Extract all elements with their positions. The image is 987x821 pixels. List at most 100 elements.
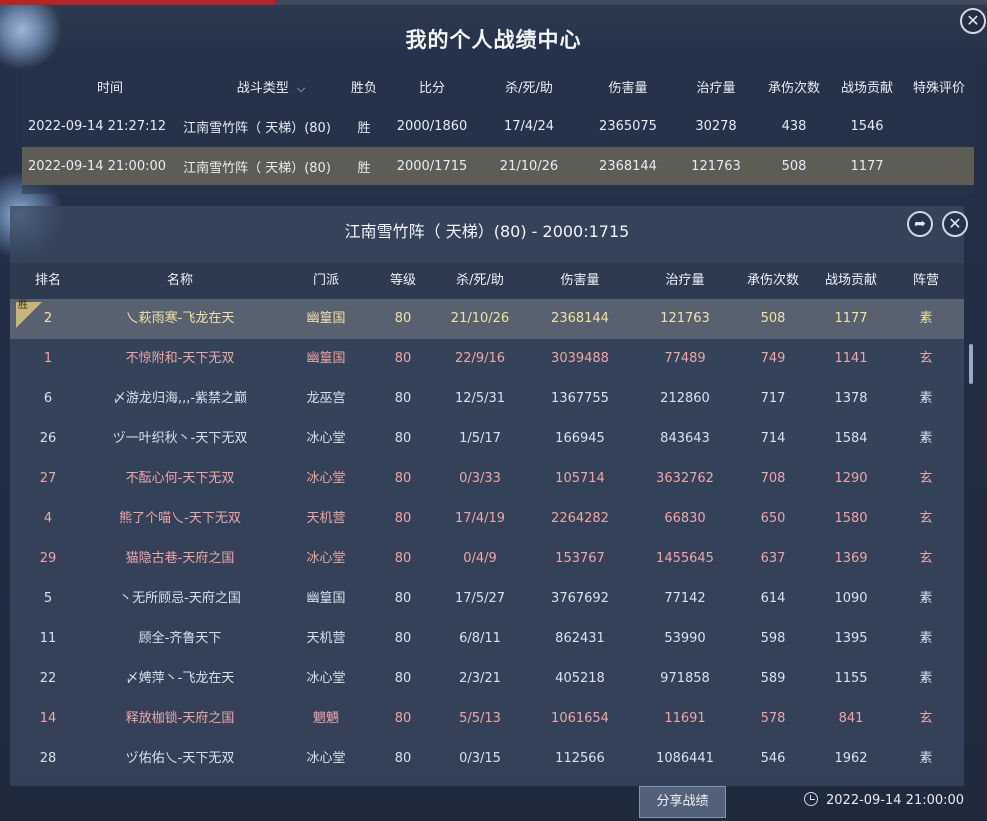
share-button[interactable]: ➦: [907, 211, 933, 237]
player-cell-taken: 637: [760, 551, 786, 566]
history-row-selected[interactable]: 2022-09-14 21:00:00 江南雪竹阵（ 天梯）(80) 胜 200…: [22, 147, 974, 185]
player-cell-school: 冰心堂: [306, 671, 346, 686]
player-cell-camp: 素: [919, 431, 933, 446]
player-cell-camp: 玄: [919, 511, 933, 526]
detail-scrollbar[interactable]: [969, 344, 973, 384]
player-cell-heal: 77142: [664, 591, 706, 606]
chevron-down-icon[interactable]: ⌵: [297, 82, 305, 95]
history-cell-result: 胜: [357, 160, 371, 176]
player-row[interactable]: 27 不酝心何-天下无双 冰心堂 80 0/3/33 105714 3632762 708 12…: [10, 459, 964, 499]
player-cell-kda: 21/10/26: [450, 311, 510, 326]
player-cell-name: 释放枷锁-天府之国: [125, 711, 235, 726]
history-cell-kda: 21/10/26: [499, 158, 559, 174]
history-cell-result: 胜: [357, 120, 371, 136]
history-row[interactable]: 2022-09-14 21:27:12 江南雪竹阵（ 天梯）(80) 胜 200…: [22, 107, 974, 145]
close-icon: ✕: [966, 11, 980, 30]
player-cell-kda: 17/4/19: [454, 511, 506, 526]
player-cell-damage: 112566: [555, 751, 605, 766]
player-row[interactable]: 5 丶无所顾忌-天府之国 幽篁国 80 17/5/27 3767692 77142 614 10…: [10, 579, 964, 619]
share-icon: ➦: [914, 216, 926, 232]
footer-time: 2022-09-14 21:00:00: [826, 793, 965, 808]
history-col-special: 特殊评价: [912, 80, 965, 96]
history-col-type[interactable]: 战斗类型 ⌵: [226, 77, 316, 96]
share-record-button[interactable]: 分享战绩: [639, 786, 726, 818]
player-cell-heal: 77489: [664, 351, 706, 366]
match-detail-title: 江南雪竹阵（ 天梯）(80) - 2000:1715: [344, 222, 630, 241]
player-cell-school: 魍魉: [312, 711, 339, 726]
player-cell-taken: 589: [760, 671, 786, 686]
window-close-button[interactable]: ✕: [960, 8, 986, 34]
player-cell-rank: 28: [39, 751, 57, 766]
player-cell-name: 不酝心何-天下无双: [125, 471, 235, 486]
player-cell-taken: 546: [760, 751, 786, 766]
player-cell-level: 80: [394, 711, 412, 726]
detail-col-heal: 治疗量: [665, 273, 705, 288]
player-cell-contrib: 1378: [834, 391, 868, 406]
player-row[interactable]: 4 熊了个喵乀-天下无双 天机营 80 17/4/19 2264282 66830 650 15…: [10, 499, 964, 539]
player-cell-rank: 2: [43, 311, 53, 326]
player-row[interactable]: 14 释放枷锁-天府之国 魍魉 80 5/5/13 1061654 11691 578 841 玄: [10, 699, 964, 739]
player-cell-name: 〆游龙归海,,,-紫禁之巅: [112, 391, 248, 406]
player-cell-contrib: 1155: [834, 671, 868, 686]
detail-col-kda: 杀/死/助: [456, 273, 504, 288]
player-cell-contrib: 1369: [834, 551, 868, 566]
clock-icon: [804, 792, 818, 806]
player-cell-damage: 405218: [555, 671, 605, 686]
player-row[interactable]: 1 不惊附和-天下无双 幽篁国 80 22/9/16 3039488 77489 749 114…: [10, 339, 964, 379]
player-cell-level: 80: [394, 391, 412, 406]
player-cell-school: 幽篁国: [306, 591, 346, 606]
history-header-row: 时间 战斗类型 ⌵ 胜负 比分 杀/死/助 伤害量 治疗量 承伤次数 战场贡献 …: [22, 68, 974, 104]
history-cell-time: 2022-09-14 21:00:00: [27, 158, 167, 174]
match-detail-panel: 江南雪竹阵（ 天梯）(80) - 2000:1715 ➦ ✕ 排名 名称 门派 …: [10, 206, 968, 786]
detail-close-button[interactable]: ✕: [942, 211, 968, 237]
player-cell-name: 不惊附和-天下无双: [125, 351, 235, 366]
player-cell-damage: 2368144: [551, 311, 609, 326]
player-cell-camp: 玄: [919, 351, 933, 366]
player-cell-rank: 5: [43, 591, 53, 606]
player-cell-rank: 26: [39, 431, 57, 446]
history-cell-kda: 17/4/24: [503, 118, 555, 134]
player-cell-rank: 1: [43, 351, 53, 366]
history-cell-damage: 2368144: [599, 158, 657, 174]
history-cell-type: 江南雪竹阵（ 天梯）(80): [183, 120, 331, 136]
player-cell-kda: 0/4/9: [463, 551, 497, 566]
detail-col-damage: 伤害量: [560, 273, 600, 288]
player-cell-contrib: 1584: [834, 431, 868, 446]
top-strip: [0, 0, 987, 5]
player-cell-heal: 66830: [664, 511, 706, 526]
player-cell-school: 冰心堂: [306, 751, 346, 766]
player-cell-school: 天机营: [306, 631, 346, 646]
player-cell-level: 80: [394, 551, 412, 566]
history-col-score: 比分: [418, 80, 445, 96]
player-cell-rank: 6: [43, 391, 53, 406]
history-col-taken: 承伤次数: [767, 80, 820, 96]
player-row[interactable]: 28 ヅ佑佑乀-天下无双 冰心堂 80 0/3/15 112566 1086441 546 19…: [10, 739, 964, 779]
player-cell-name: 乀萩雨寒-飞龙在天: [125, 311, 235, 326]
player-cell-taken: 614: [760, 591, 786, 606]
player-cell-damage: 105714: [555, 471, 605, 486]
player-row-selected[interactable]: 胜 2 乀萩雨寒-飞龙在天 幽篁国 80 21/10/26 2368144 121763 508…: [10, 299, 964, 339]
player-cell-rank: 27: [39, 471, 57, 486]
player-row[interactable]: 6 〆游龙归海,,,-紫禁之巅 龙巫宫 80 12/5/31 1367755 212860 7…: [10, 379, 964, 419]
player-cell-heal: 53990: [664, 631, 706, 646]
player-cell-name: 熊了个喵乀-天下无双: [119, 511, 241, 526]
history-cell-taken: 438: [781, 118, 807, 134]
player-row[interactable]: 11 顾全-齐鲁天下 天机营 80 6/8/11 862431 53990 598 1395 素: [10, 619, 964, 659]
player-row[interactable]: 29 猫隐古巷-天府之国 冰心堂 80 0/4/9 153767 1455645 637 136…: [10, 539, 964, 579]
detail-col-camp: 阵营: [912, 273, 939, 288]
player-cell-heal: 971858: [660, 671, 710, 686]
player-cell-taken: 714: [760, 431, 786, 446]
player-cell-rank: 4: [43, 511, 53, 526]
player-cell-camp: 玄: [919, 711, 933, 726]
player-row[interactable]: 26 ヅ一叶织秋丶-天下无双 冰心堂 80 1/5/17 166945 843643 714 1…: [10, 419, 964, 459]
history-cell-score: 2000/1715: [396, 158, 468, 174]
player-cell-school: 冰心堂: [306, 471, 346, 486]
player-cell-damage: 166945: [555, 431, 605, 446]
player-cell-kda: 1/5/17: [459, 431, 501, 446]
player-cell-camp: 素: [919, 311, 933, 326]
player-cell-kda: 2/3/21: [459, 671, 501, 686]
history-cell-heal: 121763: [691, 158, 741, 174]
player-cell-damage: 1367755: [551, 391, 609, 406]
player-cell-damage: 3039488: [551, 351, 609, 366]
player-row[interactable]: 22 〆娉萍丶-飞龙在天 冰心堂 80 2/3/21 405218 971858 589 115…: [10, 659, 964, 699]
